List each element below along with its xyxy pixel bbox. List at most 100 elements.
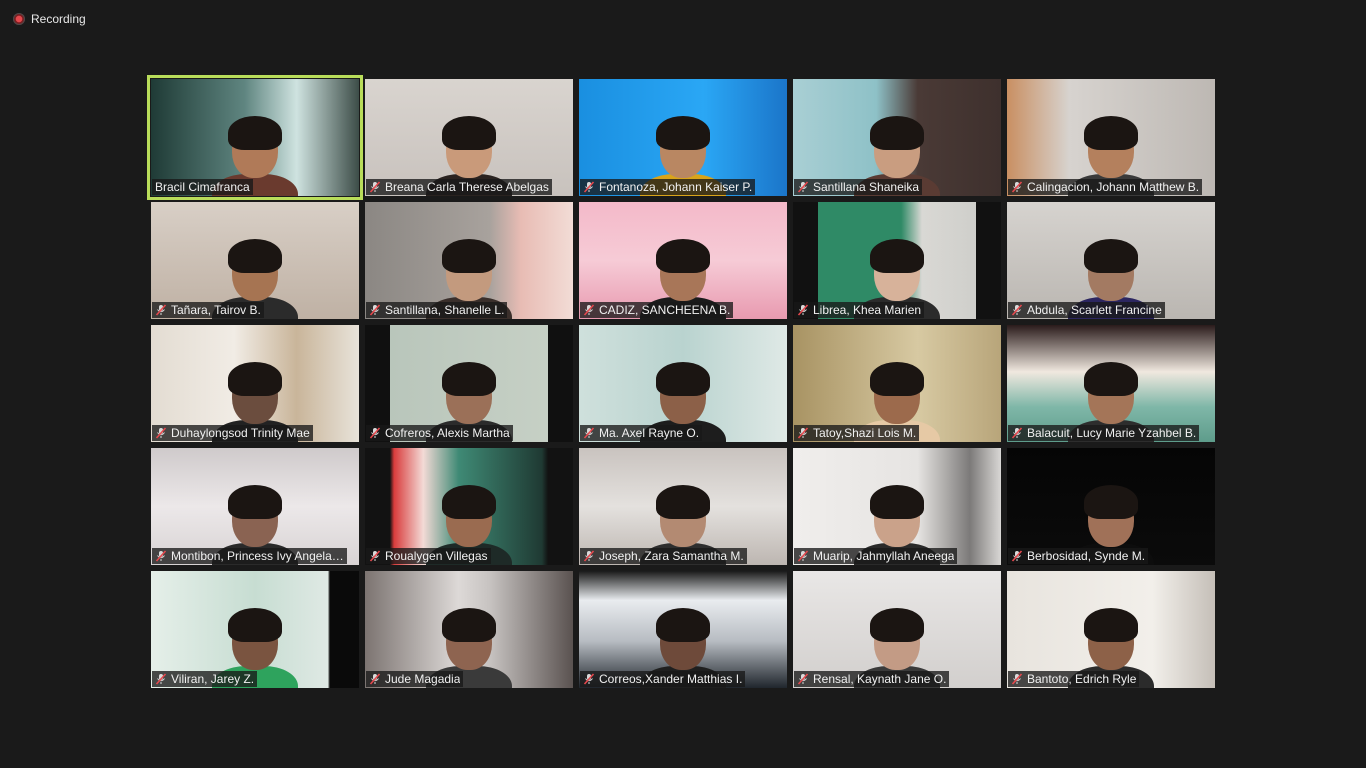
video-gallery-grid: Bracil Cimafranca Breana Carla Therese Ab… [147,75,1215,688]
muted-microphone-icon [369,304,381,316]
participant-name: Rensal, Kaynath Jane O. [813,672,947,686]
muted-microphone-icon [155,304,167,316]
muted-microphone-icon [583,550,595,562]
participant-name: Fontanoza, Johann Kaiser P. [599,180,753,194]
participant-video-tile[interactable]: Bracil Cimafranca [147,75,363,200]
participant-name: Tatoy,Shazi Lois M. [813,426,917,440]
participant-video-tile[interactable]: Berbosidad, Synde M. [1007,448,1215,565]
participant-nameplate: Correos,Xander Matthias I. [580,671,746,687]
participant-nameplate: Roualygen Villegas [366,548,491,564]
participant-nameplate: Berbosidad, Synde M. [1008,548,1149,564]
recording-icon [13,13,25,25]
participant-nameplate: Calingacion, Johann Matthew B. [1008,179,1203,195]
participant-name: Muarip, Jahmyllah Aneega [813,549,955,563]
participant-nameplate: Bracil Cimafranca [152,179,253,195]
participant-nameplate: Viliran, Jarey Z. [152,671,258,687]
participant-nameplate: Tañara, Tairov B. [152,302,264,318]
participant-video-tile[interactable]: Santillana, Shanelle L. [365,202,573,319]
participant-video-tile[interactable]: Viliran, Jarey Z. [151,571,359,688]
participant-name: Montibon, Princess Ivy Angela… [171,549,344,563]
participant-name: Tañara, Tairov B. [171,303,261,317]
participant-video-tile[interactable]: Calingacion, Johann Matthew B. [1007,79,1215,196]
participant-video-tile[interactable]: Joseph, Zara Samantha M. [579,448,787,565]
muted-microphone-icon [1011,427,1023,439]
participant-name: Duhaylongsod Trinity Mae [171,426,310,440]
muted-microphone-icon [1011,304,1023,316]
muted-microphone-icon [797,427,809,439]
participant-nameplate: Breana Carla Therese Abelgas [366,179,552,195]
participant-nameplate: Muarip, Jahmyllah Aneega [794,548,958,564]
participant-nameplate: Fontanoza, Johann Kaiser P. [580,179,756,195]
participant-nameplate: Bantoto, Edrich Ryle [1008,671,1140,687]
participant-nameplate: Librea, Khea Marien [794,302,925,318]
participant-nameplate: CADIZ, SANCHEENA B. [580,302,734,318]
participant-video-tile[interactable]: CADIZ, SANCHEENA B. [579,202,787,319]
muted-microphone-icon [369,181,381,193]
participant-video-tile[interactable]: Correos,Xander Matthias I. [579,571,787,688]
muted-microphone-icon [797,304,809,316]
muted-microphone-icon [583,181,595,193]
participant-nameplate: Cofreros, Alexis Martha [366,425,513,441]
participant-name: Joseph, Zara Samantha M. [599,549,744,563]
muted-microphone-icon [797,550,809,562]
participant-video-tile[interactable]: Duhaylongsod Trinity Mae [151,325,359,442]
participant-video-tile[interactable]: Tatoy,Shazi Lois M. [793,325,1001,442]
participant-name: Calingacion, Johann Matthew B. [1027,180,1200,194]
muted-microphone-icon [155,550,167,562]
participant-name: Ma. Axel Rayne O. [599,426,700,440]
participant-video-tile[interactable]: Bantoto, Edrich Ryle [1007,571,1215,688]
participant-video-tile[interactable]: Balacuit, Lucy Marie Yzahbel B. [1007,325,1215,442]
participant-video-tile[interactable]: Rensal, Kaynath Jane O. [793,571,1001,688]
participant-video-tile[interactable]: Montibon, Princess Ivy Angela… [151,448,359,565]
muted-microphone-icon [155,673,167,685]
participant-name: Santillana Shaneika [813,180,920,194]
muted-microphone-icon [369,550,381,562]
muted-microphone-icon [797,181,809,193]
participant-nameplate: Duhaylongsod Trinity Mae [152,425,313,441]
participant-nameplate: Balacuit, Lucy Marie Yzahbel B. [1008,425,1200,441]
participant-nameplate: Abdula, Scarlett Francine [1008,302,1165,318]
recording-indicator[interactable]: Recording [13,12,86,26]
participant-nameplate: Joseph, Zara Samantha M. [580,548,747,564]
participant-video-tile[interactable]: Ma. Axel Rayne O. [579,325,787,442]
participant-name: Viliran, Jarey Z. [171,672,255,686]
participant-nameplate: Tatoy,Shazi Lois M. [794,425,920,441]
participant-video-tile[interactable]: Santillana Shaneika [793,79,1001,196]
participant-nameplate: Jude Magadia [366,671,464,687]
participant-name: Cofreros, Alexis Martha [385,426,510,440]
participant-nameplate: Ma. Axel Rayne O. [580,425,703,441]
muted-microphone-icon [155,427,167,439]
participant-name: Librea, Khea Marien [813,303,922,317]
participant-name: Balacuit, Lucy Marie Yzahbel B. [1027,426,1197,440]
participant-name: Berbosidad, Synde M. [1027,549,1146,563]
participant-video-tile[interactable]: Muarip, Jahmyllah Aneega [793,448,1001,565]
participant-video-tile[interactable]: Cofreros, Alexis Martha [365,325,573,442]
participant-video-tile[interactable]: Librea, Khea Marien [793,202,1001,319]
muted-microphone-icon [1011,181,1023,193]
muted-microphone-icon [797,673,809,685]
participant-video-tile[interactable]: Tañara, Tairov B. [151,202,359,319]
participant-name: Santillana, Shanelle L. [385,303,505,317]
participant-name: Correos,Xander Matthias I. [599,672,743,686]
participant-video-tile[interactable]: Abdula, Scarlett Francine [1007,202,1215,319]
muted-microphone-icon [1011,673,1023,685]
muted-microphone-icon [583,673,595,685]
participant-nameplate: Rensal, Kaynath Jane O. [794,671,950,687]
participant-name: Bantoto, Edrich Ryle [1027,672,1137,686]
participant-nameplate: Santillana Shaneika [794,179,923,195]
muted-microphone-icon [583,427,595,439]
participant-name: CADIZ, SANCHEENA B. [599,303,731,317]
participant-name: Jude Magadia [385,672,461,686]
participant-nameplate: Montibon, Princess Ivy Angela… [152,548,347,564]
participant-video-tile[interactable]: Jude Magadia [365,571,573,688]
muted-microphone-icon [369,427,381,439]
muted-microphone-icon [583,304,595,316]
participant-nameplate: Santillana, Shanelle L. [366,302,508,318]
participant-name: Roualygen Villegas [385,549,488,563]
participant-name: Bracil Cimafranca [155,180,250,194]
participant-video-tile[interactable]: Fontanoza, Johann Kaiser P. [579,79,787,196]
participant-video-tile[interactable]: Breana Carla Therese Abelgas [365,79,573,196]
participant-video-tile[interactable]: Roualygen Villegas [365,448,573,565]
muted-microphone-icon [1011,550,1023,562]
participant-name: Breana Carla Therese Abelgas [385,180,549,194]
